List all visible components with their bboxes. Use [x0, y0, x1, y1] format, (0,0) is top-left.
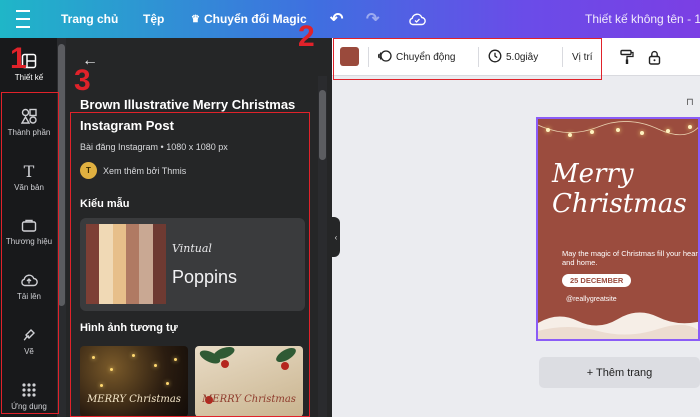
annotation-number: 3: [74, 64, 91, 97]
design-title[interactable]: Merry Christmas: [552, 159, 687, 219]
collapse-panel-button[interactable]: ‹: [332, 217, 340, 257]
annotation-number: 1: [10, 42, 27, 75]
rail-item-design[interactable]: Thiết kế: [0, 52, 58, 82]
annotation-number: 2: [298, 20, 315, 53]
scroll-thumb[interactable]: [58, 44, 65, 306]
snow-hills-icon: [538, 312, 698, 339]
add-page-button[interactable]: + Thêm trang: [539, 357, 700, 388]
design-title-line: Merry: [552, 159, 634, 189]
menu-icon[interactable]: [16, 0, 32, 38]
magic-switch-label: Chuyển đổi Magic: [203, 12, 307, 26]
lock-icon[interactable]: [648, 38, 661, 76]
annotation-box-panel: [70, 112, 310, 417]
design-page[interactable]: Merry Christmas May the magic of Christm…: [536, 117, 700, 341]
nav-file-menu[interactable]: Tệp: [143, 0, 164, 38]
annotation-box-toolbar: [333, 38, 602, 80]
panel-scrollbar[interactable]: [318, 76, 327, 417]
design-date-pill[interactable]: 25 DECEMBER: [562, 274, 632, 287]
paint-roller-icon[interactable]: [620, 38, 634, 76]
design-title-line: Christmas: [552, 189, 687, 219]
nav-home-link[interactable]: Trang chủ: [61, 0, 118, 38]
document-title[interactable]: Thiết kế không tên - 1: [585, 0, 700, 38]
page-lock-icon[interactable]: ⊓: [686, 97, 694, 108]
top-bar: Trang chủ Tệp ♛ Chuyển đổi Magic ↶ ↷ Thi…: [0, 0, 700, 38]
magic-switch-button[interactable]: ♛ Chuyển đổi Magic: [191, 0, 307, 38]
design-tagline[interactable]: May the magic of Christmas fill your hea…: [562, 249, 698, 267]
scroll-thumb[interactable]: [319, 90, 326, 160]
redo-icon[interactable]: ↷: [366, 0, 379, 38]
string-lights-icon: [538, 121, 698, 136]
design-handle[interactable]: @reallygreatsite: [566, 296, 617, 303]
annotation-box-rail: [1, 92, 59, 414]
undo-icon[interactable]: ↶: [330, 0, 343, 38]
crown-icon: ♛: [191, 13, 200, 25]
cloud-sync-icon[interactable]: [408, 0, 426, 38]
